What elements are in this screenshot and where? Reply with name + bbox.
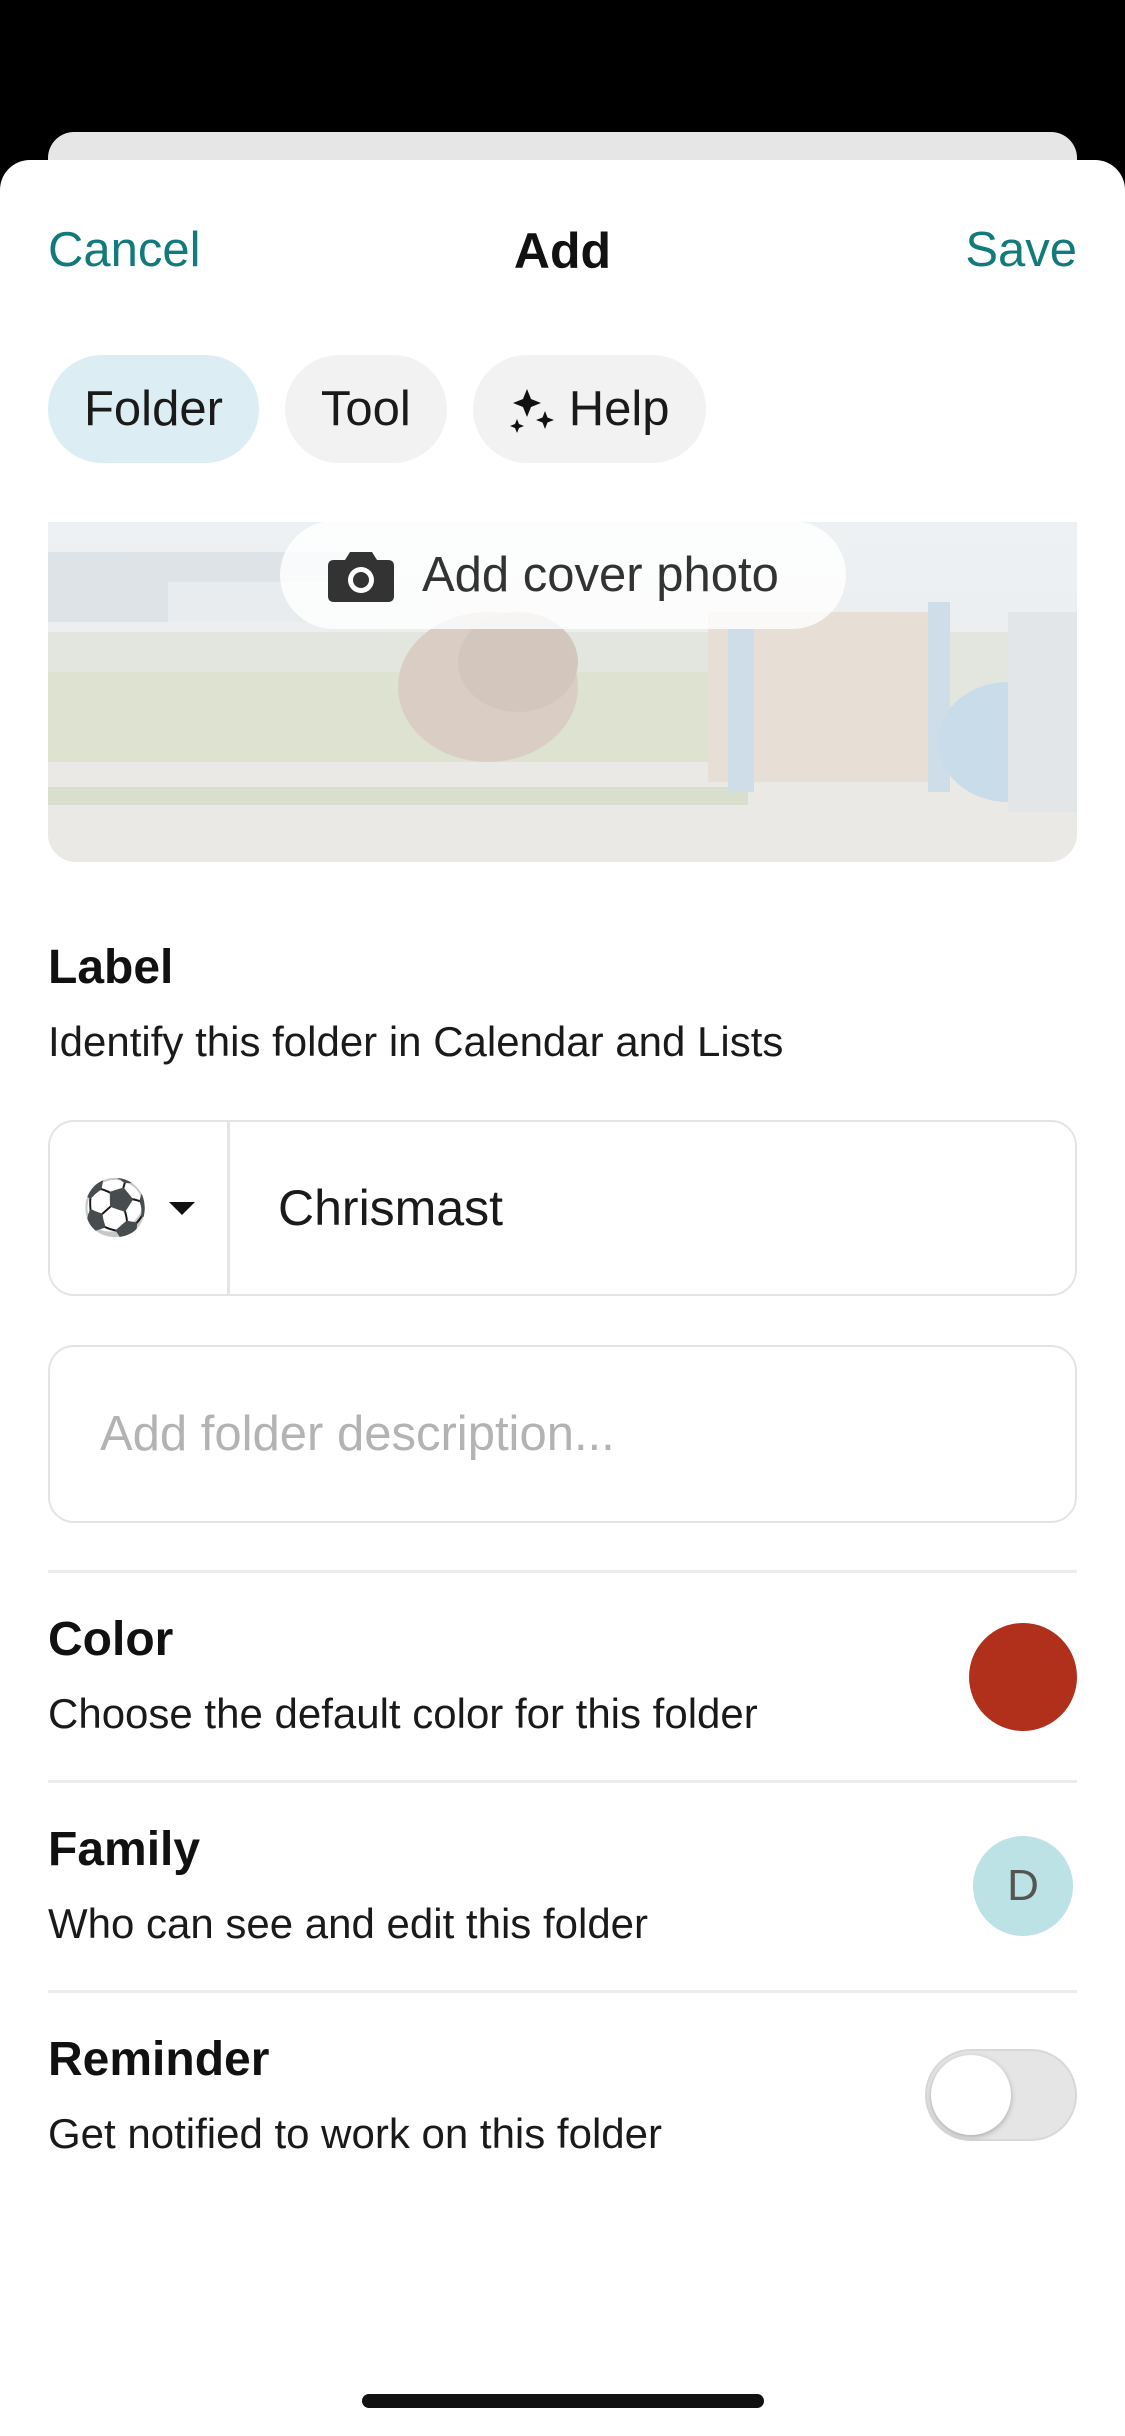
color-subtitle: Choose the default color for this folder [48, 1690, 758, 1737]
soccer-ball-icon: ⚽ [81, 1178, 150, 1238]
tab-tool-label: Tool [320, 382, 411, 436]
family-title: Family [48, 1823, 201, 1876]
folder-description-input[interactable] [48, 1345, 1077, 1523]
label-title: Label [48, 941, 174, 994]
toggle-knob [931, 2055, 1011, 2135]
navigation-bar: Cancel Add Save [0, 160, 1125, 340]
label-field: ⚽ [48, 1120, 1077, 1296]
reminder-subtitle: Get notified to work on this folder [48, 2110, 662, 2157]
sparkle-icon [509, 389, 554, 433]
reminder-title: Reminder [48, 2033, 270, 2086]
camera-icon [328, 552, 394, 602]
label-input[interactable] [230, 1122, 1075, 1294]
page-title: Add [513, 223, 612, 279]
emoji-picker[interactable]: ⚽ [50, 1122, 230, 1294]
divider [48, 1780, 1077, 1783]
avatar[interactable]: D [973, 1836, 1073, 1936]
tab-help[interactable]: Help [472, 355, 706, 463]
family-subtitle: Who can see and edit this folder [48, 1900, 649, 1947]
divider [48, 1570, 1077, 1573]
tab-folder-label: Folder [84, 382, 223, 436]
type-tabs: Folder Tool Help [48, 355, 706, 463]
tab-tool[interactable]: Tool [284, 355, 447, 463]
caret-down-icon [169, 1201, 196, 1215]
color-title: Color [48, 1613, 174, 1666]
divider [48, 1990, 1077, 1993]
add-cover-photo-label: Add cover photo [422, 548, 779, 602]
color-swatch[interactable] [969, 1623, 1077, 1731]
reminder-toggle[interactable] [925, 2049, 1077, 2141]
save-button[interactable]: Save [965, 222, 1077, 278]
tab-help-label: Help [568, 382, 670, 436]
tab-folder[interactable]: Folder [48, 355, 259, 463]
add-folder-sheet: Cancel Add Save Folder Tool Help Add cov… [0, 160, 1125, 2436]
add-cover-photo-button[interactable]: Add cover photo [280, 521, 846, 629]
avatar-initial: D [1007, 1861, 1039, 1910]
label-subtitle: Identify this folder in Calendar and Lis… [48, 1018, 784, 1065]
home-indicator [362, 2394, 764, 2408]
